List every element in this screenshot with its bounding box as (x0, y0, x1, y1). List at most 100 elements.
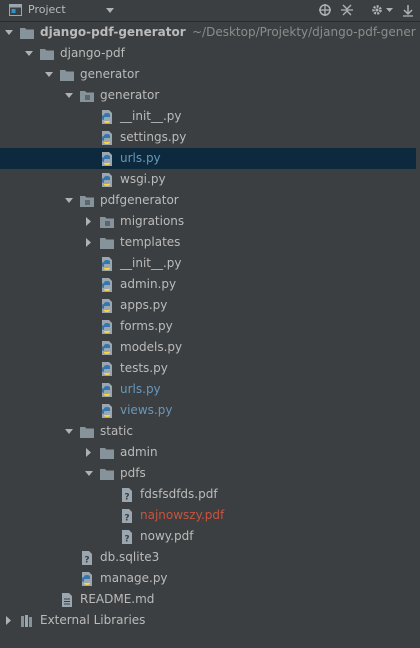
tree-item-label: templates (120, 235, 181, 249)
tree-item[interactable]: admin (0, 442, 420, 463)
python-file-icon (102, 173, 112, 187)
folder-icon (20, 28, 34, 39)
expand-arrow-right-icon[interactable] (84, 211, 94, 232)
folder-icon (100, 469, 114, 480)
python-file-icon (102, 383, 112, 397)
dropdown-icon[interactable] (106, 5, 114, 15)
expand-arrow-down-icon[interactable] (4, 22, 14, 43)
python-file-icon (102, 152, 112, 166)
folder-icon (40, 49, 54, 60)
tree-item[interactable]: External Libraries (0, 610, 420, 631)
tree-item-label: views.py (120, 403, 173, 417)
expand-arrow-right-icon[interactable] (4, 610, 14, 631)
tree-item[interactable]: generator (0, 85, 420, 106)
tree-item[interactable]: forms.py (0, 316, 420, 337)
tree-item-label: __init__.py (120, 256, 182, 270)
svg-text:?: ? (124, 514, 129, 524)
library-icon (21, 615, 32, 627)
expand-arrow-right-icon[interactable] (84, 442, 94, 463)
tree-item-label: migrations (120, 214, 185, 228)
python-file-icon (102, 257, 112, 271)
expand-arrow-down-icon[interactable] (44, 64, 54, 85)
tree-item[interactable]: README.md (0, 589, 420, 610)
tree-item[interactable]: views.py (0, 400, 420, 421)
python-file-icon (102, 404, 112, 418)
tree-item[interactable]: manage.py (0, 568, 420, 589)
python-file-icon (102, 320, 112, 334)
svg-text:?: ? (124, 493, 129, 503)
tree-item[interactable]: tests.py (0, 358, 420, 379)
hide-icon[interactable] (401, 3, 415, 17)
project-view-selector[interactable]: Project (28, 3, 66, 16)
tree-item[interactable]: __init__.py (0, 106, 420, 127)
tree-item[interactable]: admin.py (0, 274, 420, 295)
tree-item[interactable]: ? najnowszy.pdf (0, 505, 420, 526)
tree-item[interactable]: urls.py (0, 148, 420, 169)
python-file-icon (102, 110, 112, 124)
package-icon (100, 217, 114, 228)
tree-item[interactable]: settings.py (0, 127, 420, 148)
tree-item-label: apps.py (120, 298, 168, 312)
tree-item[interactable]: generator (0, 64, 420, 85)
package-icon (80, 196, 94, 207)
tree-item-label: admin.py (120, 277, 177, 291)
tree-item[interactable]: django-pdf (0, 43, 420, 64)
tree-item[interactable]: static (0, 421, 420, 442)
tree-item-label: tests.py (120, 361, 168, 375)
tree-item[interactable]: urls.py (0, 379, 420, 400)
tree-item-label: pdfs (120, 466, 146, 480)
tree-item-label: pdfgenerator (100, 193, 179, 207)
project-tool-window-header: Project (0, 0, 420, 22)
folder-icon (60, 70, 74, 81)
tree-item[interactable]: ? db.sqlite3 (0, 547, 420, 568)
python-file-icon (102, 341, 112, 355)
package-icon (80, 91, 94, 102)
tree-item-label: fdsfsdfds.pdf (140, 487, 218, 501)
tree-item-label: urls.py (120, 151, 161, 165)
svg-text:?: ? (124, 535, 129, 545)
tree-item-label: README.md (80, 592, 155, 606)
tree-item-label: settings.py (120, 130, 187, 144)
tree-item[interactable]: django-pdf-generator ~/Desktop/Projekty/d… (0, 22, 420, 43)
collapse-all-icon[interactable] (340, 3, 354, 17)
tree-item[interactable]: wsgi.py (0, 169, 420, 190)
expand-arrow-down-icon[interactable] (64, 190, 74, 211)
unknown-file-icon: ? (122, 530, 132, 545)
unknown-file-icon: ? (122, 509, 132, 524)
tree-item-label: django-pdf-generator (40, 25, 186, 39)
unknown-file-icon: ? (122, 488, 132, 503)
tree-item[interactable]: pdfs (0, 463, 420, 484)
tree-item-label: wsgi.py (120, 172, 166, 186)
locate-icon[interactable] (318, 3, 332, 17)
tree-item[interactable]: ? fdsfsdfds.pdf (0, 484, 420, 505)
project-icon (9, 4, 22, 16)
expand-arrow-down-icon[interactable] (24, 43, 34, 64)
tree-item[interactable]: pdfgenerator (0, 190, 420, 211)
tree-item[interactable]: apps.py (0, 295, 420, 316)
folder-icon (80, 427, 94, 438)
tree-item-label: urls.py (120, 382, 161, 396)
tree-item-label: __init__.py (120, 109, 182, 123)
folder-icon (100, 448, 114, 459)
tree-item-label: generator (80, 67, 140, 81)
tree-item[interactable]: __init__.py (0, 253, 420, 274)
settings-icon[interactable] (370, 3, 384, 17)
tree-item-label: admin (120, 445, 158, 459)
tree-item[interactable]: templates (0, 232, 420, 253)
tree-item[interactable]: migrations (0, 211, 420, 232)
expand-arrow-down-icon[interactable] (84, 463, 94, 484)
settings-dropdown-icon[interactable] (386, 7, 393, 13)
svg-text:?: ? (84, 556, 89, 566)
unknown-file-icon: ? (82, 551, 92, 566)
project-path: ~/Desktop/Projekty/django-pdf-generator (192, 25, 420, 39)
folder-icon (100, 238, 114, 249)
tree-item-label: static (100, 424, 133, 438)
tree-item[interactable]: models.py (0, 337, 420, 358)
tree-item-label: manage.py (100, 571, 168, 585)
tree-item[interactable]: ? nowy.pdf (0, 526, 420, 547)
expand-arrow-down-icon[interactable] (64, 421, 74, 442)
tree-item-label: generator (100, 88, 160, 102)
expand-arrow-right-icon[interactable] (84, 232, 94, 253)
expand-arrow-down-icon[interactable] (64, 85, 74, 106)
scrollbar[interactable] (416, 22, 420, 648)
